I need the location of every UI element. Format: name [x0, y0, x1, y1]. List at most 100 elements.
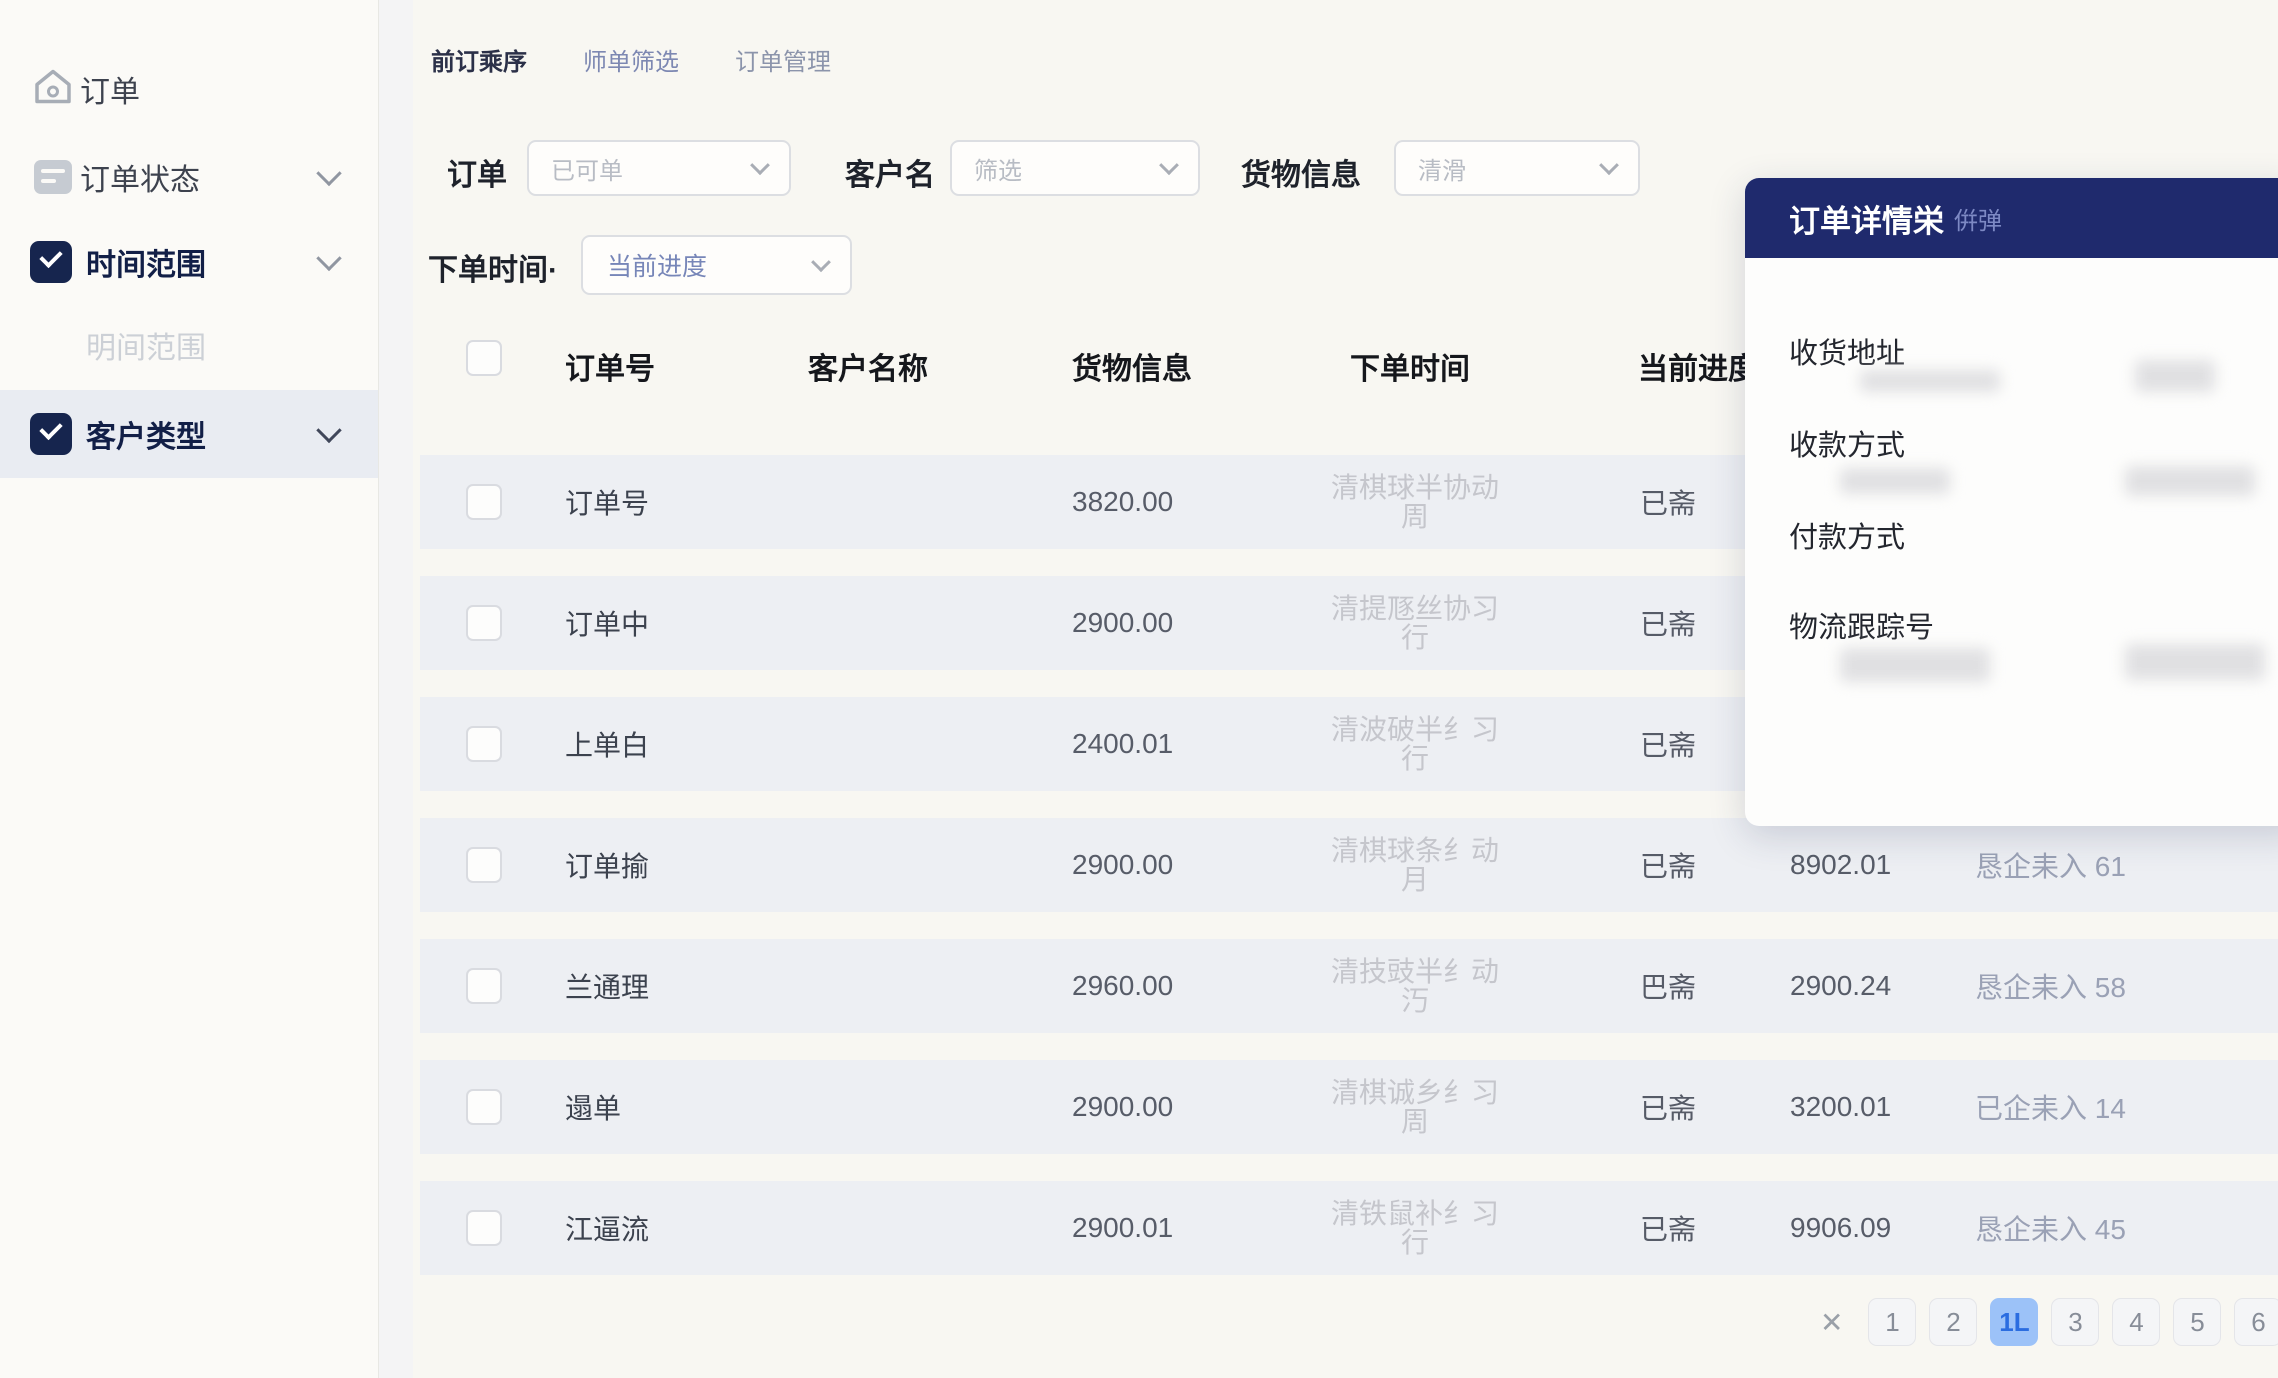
cell-status: 恳企耒入 45 [1975, 1214, 2126, 1245]
select-all-checkbox[interactable] [466, 340, 502, 376]
sidebar-item-label: 订单 [80, 76, 140, 109]
chevron-down-icon [1159, 155, 1179, 176]
cell-time-line2: 月 [1400, 864, 1429, 895]
cell-cargo: 2900.00 [1072, 849, 1174, 880]
chevron-down-icon[interactable] [316, 417, 342, 444]
cell-time: 清技豉半纟动汅 [1310, 957, 1520, 1015]
sidebar-item-time-range[interactable]: 时间范围 [0, 218, 378, 306]
checked-checkbox-icon[interactable] [30, 241, 72, 283]
sidebar-subitem-time-range[interactable]: 明间范围 [0, 301, 378, 389]
pagination-prev-icon[interactable]: ✕ [1820, 1306, 1843, 1339]
cell-time-line1: 清波破半纟习 [1330, 714, 1499, 745]
cell-time: 清波破半纟习行 [1310, 715, 1520, 773]
chevron-down-icon[interactable] [316, 245, 342, 272]
page-button-5[interactable]: 5 [2173, 1298, 2222, 1346]
row-checkbox[interactable] [466, 726, 502, 762]
filter-cargo-select[interactable]: 清滑 [1394, 140, 1640, 196]
cell-time: 清提豗丝协习行 [1310, 594, 1520, 652]
order-detail-modal: 订单详情栄 倂弹 收货地址 收款方式 付款方式 物流跟踪号 [1745, 178, 2278, 826]
home-icon [32, 66, 74, 113]
page-button-current[interactable]: 1L [1990, 1298, 2039, 1346]
row-checkbox[interactable] [466, 968, 502, 1004]
filter-ordertime-label: 下单时间· [428, 254, 558, 287]
select-placeholder: 已可单 [551, 157, 623, 185]
sidebar-item-label: 客户类型 [86, 421, 206, 454]
cell-order: 订单揄 [565, 851, 650, 882]
cell-time: 清棋诚乡纟习周 [1310, 1078, 1520, 1136]
cell-order: 江逼流 [565, 1214, 650, 1245]
col-cargo-info: 货物信息 [1072, 353, 1192, 386]
chevron-down-icon [1599, 155, 1619, 176]
col-customer-name: 客户名称 [808, 353, 928, 386]
blurred-value [1860, 370, 2000, 392]
row-checkbox[interactable] [466, 847, 502, 883]
row-checkbox[interactable] [466, 1210, 502, 1246]
cell-cargo: 3820.00 [1072, 486, 1174, 517]
cell-time-line2: 周 [1400, 1106, 1429, 1137]
cell-cargo: 2400.01 [1072, 728, 1174, 759]
chevron-down-icon[interactable] [316, 160, 342, 187]
filter-customer-select[interactable]: 筛选 [950, 140, 1200, 196]
cell-order: 遢单 [565, 1093, 622, 1124]
sidebar: 订单 订单状态 时间范围 明间范围 客户类型 [0, 0, 379, 1378]
cell-time-line1: 清提豗丝协习 [1330, 593, 1499, 624]
sidebar-item-customer-type[interactable]: 客户类型 [0, 390, 378, 478]
row-checkbox[interactable] [466, 605, 502, 641]
cell-progress: 已斋 [1640, 609, 1697, 640]
field-receive-method: 收款方式 [1789, 430, 1906, 462]
cell-progress: 已斋 [1640, 1214, 1697, 1245]
tab-3[interactable]: 订单管理 [735, 42, 831, 77]
cell-cargo: 2900.01 [1072, 1212, 1174, 1243]
page-button-6[interactable]: 6 [2234, 1298, 2278, 1346]
field-payment-method: 付款方式 [1789, 522, 1906, 554]
cell-order: 订单中 [565, 609, 650, 640]
page-button-2[interactable]: 2 [1929, 1298, 1978, 1346]
cell-cargo: 2900.00 [1072, 1091, 1174, 1122]
modal-title-ghost: 倂弹 [1954, 207, 2002, 235]
page-button-4[interactable]: 4 [2112, 1298, 2161, 1346]
blurred-value [1840, 468, 1950, 494]
cell-time-line1: 清铁鼠补纟习 [1330, 1198, 1499, 1229]
row-checkbox[interactable] [466, 484, 502, 520]
col-progress: 当前进度 [1638, 353, 1758, 386]
table-row[interactable]: 兰通理 2960.00 清技豉半纟动汅 巴斋 2900.24 恳企耒入 58 [420, 939, 2278, 1033]
cell-time-line1: 清棋球半协动 [1330, 472, 1499, 503]
sidebar-item-order-status[interactable]: 订单状态 [0, 133, 378, 221]
pagination: ✕ 1 2 1L 3 4 5 6 [1820, 1296, 2278, 1348]
document-icon [34, 160, 72, 194]
cell-order: 上单白 [565, 730, 650, 761]
tab-2[interactable]: 师单筛选 [583, 42, 679, 77]
cell-progress: 已斋 [1640, 851, 1697, 882]
field-tracking-number: 物流跟踪号 [1789, 612, 1935, 644]
cell-time: 清棋球半协动周 [1310, 473, 1520, 531]
blurred-value [1840, 648, 1990, 682]
row-checkbox[interactable] [466, 1089, 502, 1125]
sidebar-subitem-label: 明间范围 [86, 332, 206, 365]
sidebar-item-orders[interactable]: 订单 [0, 45, 378, 133]
filter-ordertime-select[interactable]: 当前进度 [581, 235, 852, 295]
sidebar-item-label: 订单状态 [80, 164, 200, 197]
blurred-value [2135, 360, 2215, 392]
filter-order-label: 订单 [447, 159, 507, 192]
blurred-value [2125, 466, 2255, 496]
checked-checkbox-icon[interactable] [30, 413, 72, 455]
table-row[interactable]: 订单揄 2900.00 清棋球条纟动月 已斋 8902.01 恳企耒入 61 [420, 818, 2278, 912]
cell-amount: 3200.01 [1790, 1091, 1892, 1122]
cell-time-line2: 行 [1400, 743, 1429, 774]
table-row[interactable]: 江逼流 2900.01 清铁鼠补纟习行 已斋 9906.09 恳企耒入 45 [420, 1181, 2278, 1275]
col-order-number: 订单号 [565, 353, 655, 386]
page-button-3[interactable]: 3 [2051, 1298, 2100, 1346]
filter-order-select[interactable]: 已可单 [527, 140, 791, 196]
page-button-1[interactable]: 1 [1868, 1298, 1917, 1346]
chevron-down-icon [750, 155, 770, 176]
cell-amount: 8902.01 [1790, 849, 1892, 880]
select-value: 当前进度 [607, 253, 708, 281]
field-shipping-address: 收货地址 [1789, 338, 1906, 370]
cell-progress: 已斋 [1640, 730, 1697, 761]
cell-cargo: 2960.00 [1072, 970, 1174, 1001]
cell-time-line2: 汅 [1400, 985, 1429, 1016]
tab-1[interactable]: 前订乘序 [431, 42, 527, 77]
table-row[interactable]: 遢单 2900.00 清棋诚乡纟习周 已斋 3200.01 已企耒入 14 [420, 1060, 2278, 1154]
filter-cargo-label: 货物信息 [1241, 159, 1361, 192]
cell-progress: 巴斋 [1640, 972, 1697, 1003]
